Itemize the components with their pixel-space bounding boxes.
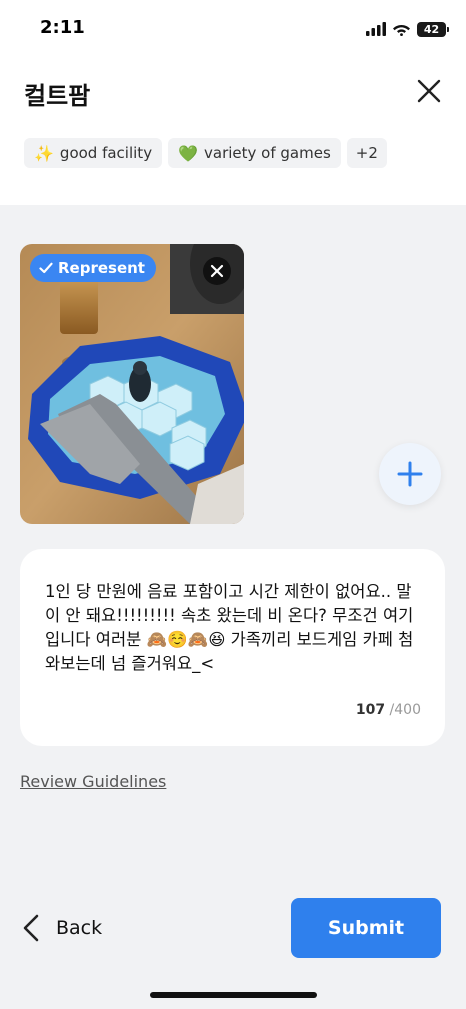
back-button[interactable]: Back [22,910,102,946]
back-label: Back [56,917,103,939]
close-icon [210,264,224,278]
tag-label: good facility [59,144,153,162]
tag-good-facility[interactable]: ✨ good facility [24,138,163,168]
battery-level: 42 [423,22,440,36]
sparkles-icon: ✨ [34,143,54,163]
home-indicator[interactable] [150,992,317,998]
represent-badge: Represent [30,254,156,282]
tag-label: variety of games [204,144,331,162]
submit-button[interactable]: Submit [291,898,441,958]
character-count-max: /400 [385,702,421,718]
status-bar: 2:11 42 [0,0,466,56]
review-text: 1인 당 만원에 음료 포함이고 시간 제한이 없어요.. 말이 안 돼요!!!… [45,582,414,673]
green-heart-icon: 💚 [178,143,198,163]
remove-photo-button[interactable] [203,257,231,285]
close-button[interactable] [414,76,444,106]
header-panel: 2:11 42 컬트팜 ✨ good facility 💚 variety of… [0,0,466,205]
add-photo-button[interactable] [379,443,441,505]
page-title: 컬트팜 [24,82,91,110]
board-game-photo [20,244,244,524]
tag-more-count[interactable]: +2 [346,138,387,168]
chevron-left-icon [23,914,39,942]
plus-icon [397,461,423,487]
review-text-field[interactable]: 1인 당 만원에 음료 포함이고 시간 제한이 없어요.. 말이 안 돼요!!!… [20,549,445,746]
wifi-icon [393,25,410,36]
status-time: 2:11 [40,17,85,38]
review-photo[interactable]: Represent [20,244,244,524]
status-icons: 42 [366,18,449,40]
signal-icon [366,22,386,36]
character-count-current: 107 [355,702,386,718]
review-guidelines-link[interactable]: Review Guidelines [20,772,166,791]
close-icon [417,79,441,103]
battery-icon: 42 [417,21,449,37]
tag-variety-of-games[interactable]: 💚 variety of games [168,138,341,168]
character-count: 107 /400 [356,702,421,718]
selected-tags: ✨ good facility 💚 variety of games +2 [24,138,387,168]
check-icon [39,262,53,274]
represent-label: Represent [58,259,145,277]
